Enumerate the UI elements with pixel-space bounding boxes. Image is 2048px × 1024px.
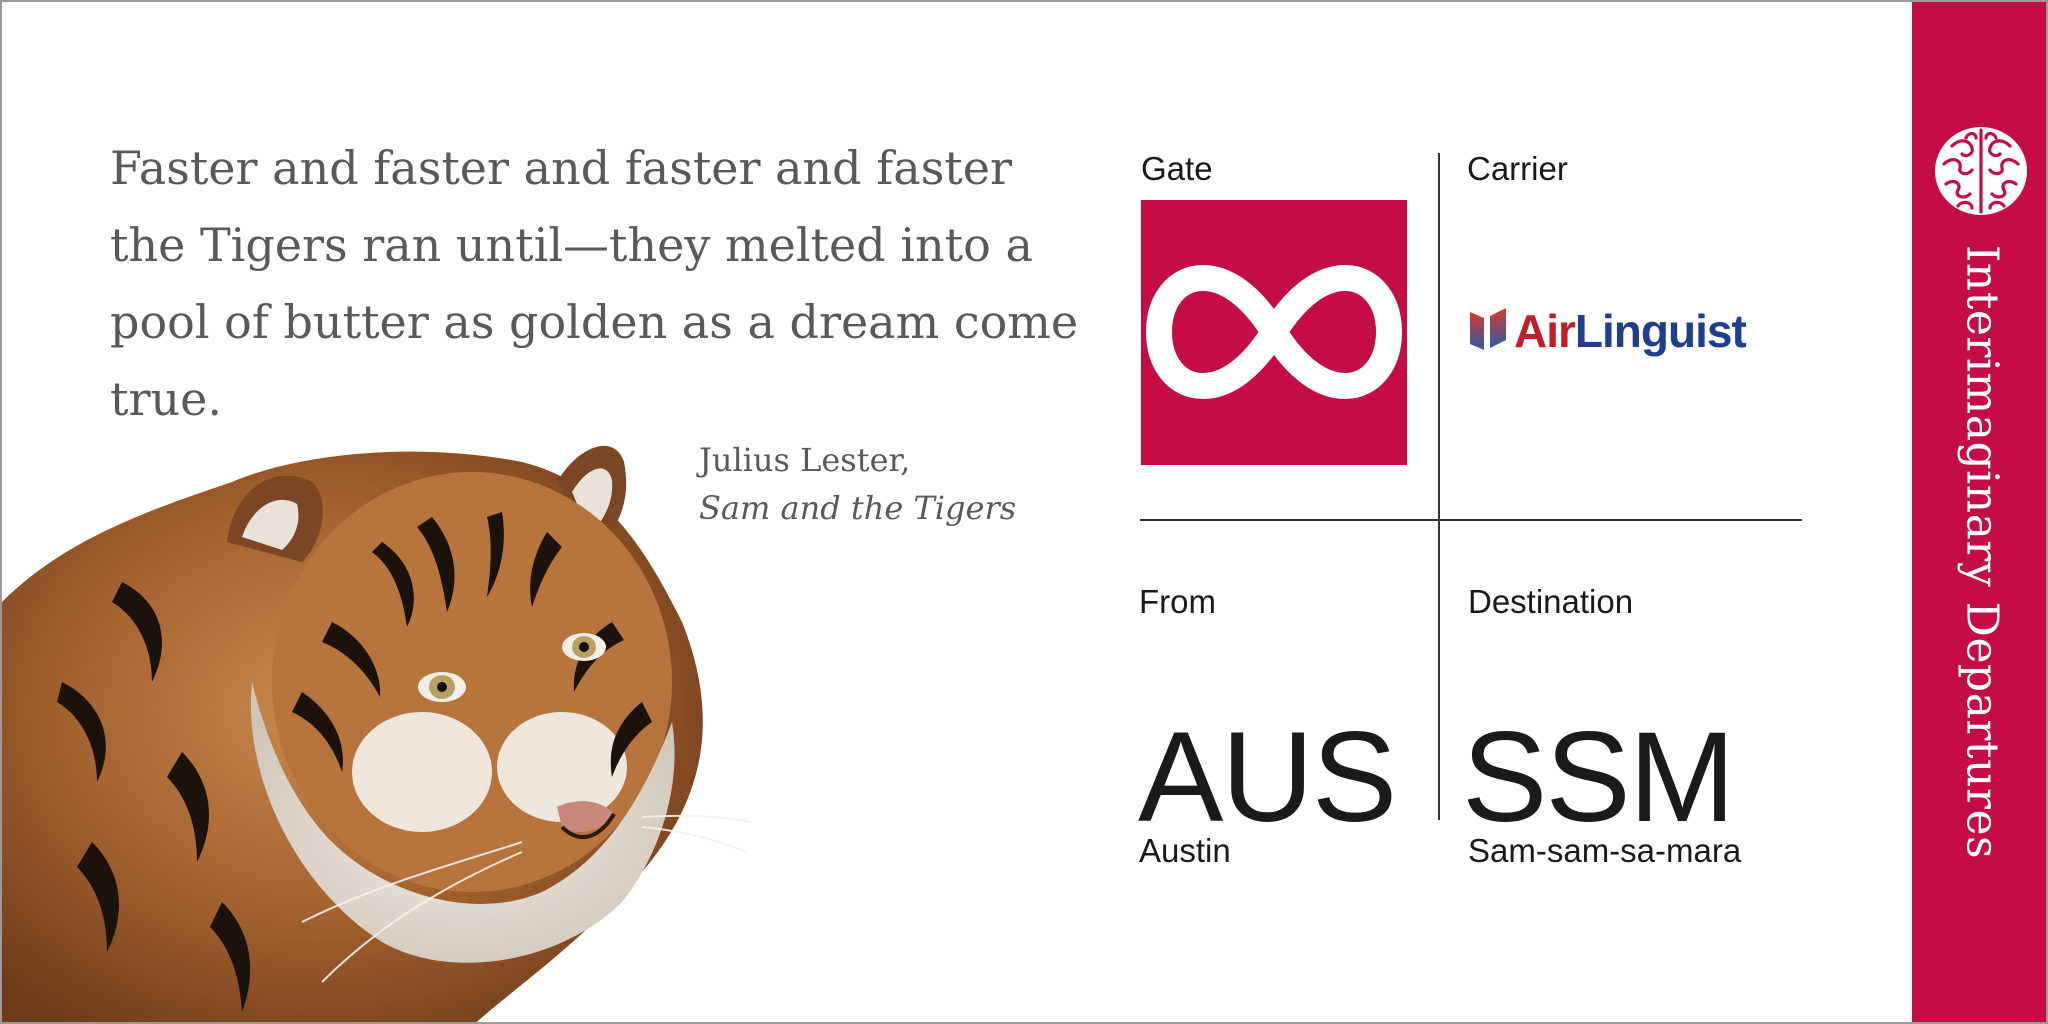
quote-text: Faster and faster and faster and faster …: [110, 141, 1079, 426]
gate-label: Gate: [1141, 150, 1213, 187]
brain-icon: [1935, 127, 2027, 215]
divider-vertical-bottom: [1438, 520, 1440, 820]
tiger-image: [2, 445, 753, 1022]
carrier-name-air: Air: [1514, 305, 1576, 357]
departure-card: Faster and faster and faster and faster …: [0, 0, 2048, 1024]
destination-city: Sam-sam-sa-mara: [1468, 832, 1742, 869]
from-city: Austin: [1139, 832, 1231, 869]
gate-sign: [1141, 200, 1407, 465]
from-code: AUS: [1138, 706, 1397, 849]
sidebar-band: Interimaginary Departures: [1912, 2, 2046, 1022]
infinity-icon: [1145, 264, 1403, 400]
carrier-logo-icon: [1470, 308, 1506, 350]
carrier-label: Carrier: [1467, 150, 1568, 187]
carrier-name-linguist: Linguist: [1574, 305, 1747, 357]
carrier-name: AirLinguist: [1514, 301, 1747, 361]
divider-vertical-top: [1438, 153, 1440, 520]
destination-label: Destination: [1468, 583, 1634, 620]
destination-code: SSM: [1462, 706, 1735, 849]
divider-horizontal: [1140, 519, 1802, 521]
sidebar-title: Interimaginary Departures: [1956, 245, 2008, 860]
from-label: From: [1139, 583, 1216, 620]
